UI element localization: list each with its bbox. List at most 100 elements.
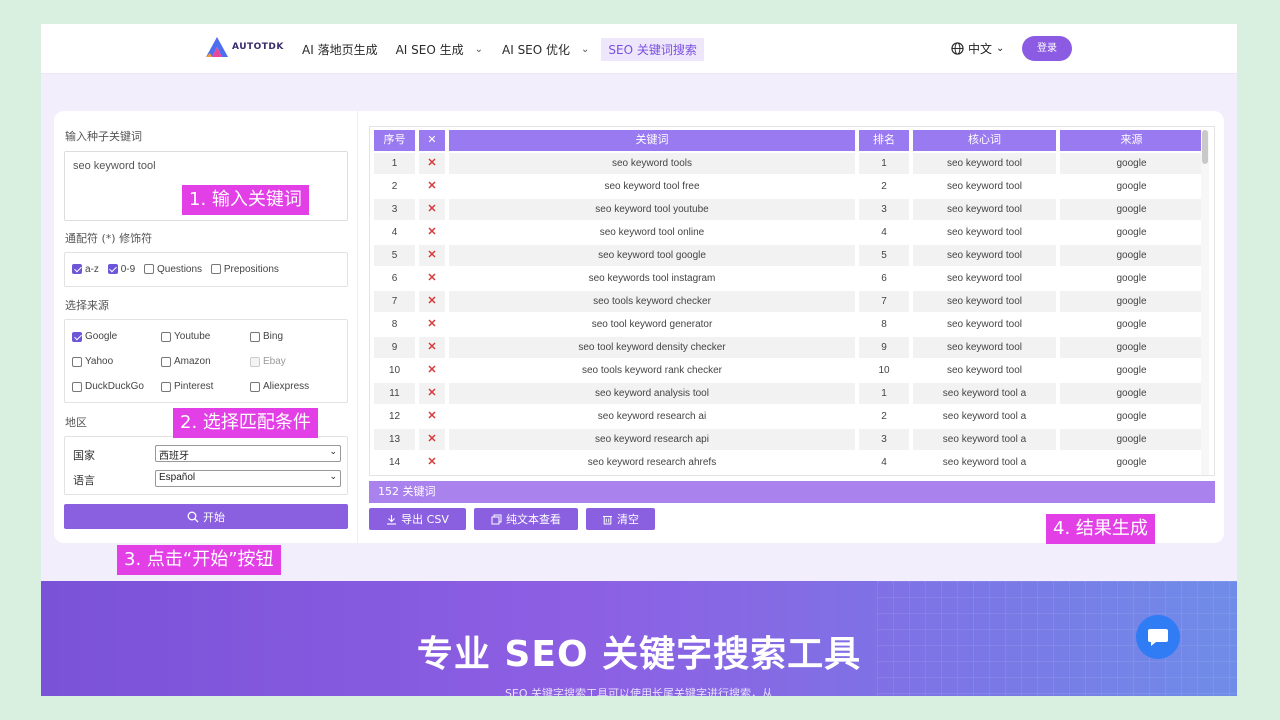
plaintext-view-button[interactable]: 纯文本查看 (474, 508, 578, 530)
logo[interactable]: AUTOTDK (205, 36, 284, 58)
cell-keyword: seo keyword research api (449, 429, 855, 450)
checkbox-label: 0-9 (120, 263, 136, 275)
trash-icon (603, 515, 612, 524)
table-row[interactable]: 12 ✕ seo keyword research ai 2 seo keyword t… (374, 406, 1204, 427)
delete-row-icon[interactable]: ✕ (427, 341, 436, 353)
table-row[interactable]: 13 ✕ seo keyword research api 3 seo keyword … (374, 429, 1204, 450)
delete-row-icon[interactable]: ✕ (427, 180, 436, 192)
table-row[interactable]: 2 ✕ seo keyword tool free 2 seo keyword tool… (374, 176, 1204, 197)
chevron-down-icon[interactable]: ⌄ (475, 44, 483, 55)
chat-icon (1148, 629, 1168, 646)
cell-delete[interactable]: ✕ (419, 153, 445, 174)
nav-seo-generate[interactable]: AI SEO 生成 (389, 38, 471, 61)
cell-source: google (1060, 153, 1203, 174)
delete-row-icon[interactable]: ✕ (427, 157, 436, 169)
cell-core-keyword: seo keyword tool (913, 222, 1056, 243)
nav-landing-page[interactable]: AI 落地页生成 (295, 38, 385, 61)
nav-keyword-search[interactable]: SEO 关键词搜索 (601, 38, 704, 61)
delete-row-icon[interactable]: ✕ (427, 456, 436, 468)
source-yahoo-checkbox[interactable]: Yahoo (72, 356, 113, 367)
table-row[interactable]: 4 ✕ seo keyword tool online 4 seo keyword to… (374, 222, 1204, 243)
cell-source: google (1060, 199, 1203, 220)
login-button[interactable]: 登录 (1022, 36, 1072, 61)
wildcard-label: 通配符 (*) 修饰符 (65, 232, 153, 245)
cell-delete[interactable]: ✕ (419, 406, 445, 427)
cell-source: google (1060, 245, 1203, 266)
wildcard-az-checkbox[interactable]: a-z (72, 264, 99, 275)
source-youtube-checkbox[interactable]: Youtube (161, 331, 210, 342)
chat-button[interactable] (1136, 615, 1180, 659)
search-icon (187, 511, 199, 522)
cell-delete[interactable]: ✕ (419, 337, 445, 358)
language-select[interactable]: Español ⌄ (155, 470, 341, 487)
table-row[interactable]: 9 ✕ seo tool keyword density checker 9 seo k… (374, 337, 1204, 358)
nav-seo-optimize[interactable]: AI SEO 优化 (495, 38, 577, 61)
cell-delete[interactable]: ✕ (419, 176, 445, 197)
hero-subtitle: SEO 关键字搜索工具可以使用长尾关键字进行搜索，从 (504, 687, 774, 696)
scrollbar-thumb[interactable] (1202, 130, 1208, 164)
source-duckduckgo-checkbox[interactable]: DuckDuckGo (72, 381, 144, 392)
delete-row-icon[interactable]: ✕ (427, 249, 436, 261)
checkbox-label: a-z (85, 263, 99, 275)
table-row[interactable]: 7 ✕ seo tools keyword checker 7 seo keyword … (374, 291, 1204, 312)
checkbox-icon (72, 381, 82, 392)
table-row[interactable]: 5 ✕ seo keyword tool google 5 seo keyword to… (374, 245, 1204, 266)
cell-delete[interactable]: ✕ (419, 199, 445, 220)
delete-row-icon[interactable]: ✕ (427, 433, 436, 445)
table-row[interactable]: 6 ✕ seo keywords tool instagram 6 seo keywor… (374, 268, 1204, 289)
cell-core-keyword: seo keyword tool a (913, 429, 1056, 450)
table-scrollbar[interactable] (1201, 130, 1209, 475)
cell-delete[interactable]: ✕ (419, 222, 445, 243)
wildcard-options: a-z 0-9 Questions Prepositions (64, 252, 348, 287)
wildcard-questions-checkbox[interactable]: Questions (144, 264, 202, 275)
cell-delete[interactable]: ✕ (419, 452, 445, 473)
delete-row-icon[interactable]: ✕ (427, 410, 436, 422)
cell-rank: 9 (859, 337, 909, 358)
language-switcher[interactable]: 中文 ⌄ (951, 40, 1004, 57)
wildcard-prepositions-checkbox[interactable]: Prepositions (210, 264, 279, 275)
cell-rank: 5 (859, 245, 909, 266)
country-select[interactable]: 西班牙 ⌄ (155, 445, 341, 462)
cell-delete[interactable]: ✕ (419, 314, 445, 335)
cell-rank: 2 (859, 406, 909, 427)
checkbox-label: Google (85, 331, 118, 342)
cell-delete[interactable]: ✕ (419, 268, 445, 289)
cell-delete[interactable]: ✕ (419, 383, 445, 404)
col-header-rank: 排名 (859, 130, 909, 151)
source-aliexpress-checkbox[interactable]: Aliexpress (250, 381, 309, 392)
table-row[interactable]: 10 ✕ seo tools keyword rank checker 10 seo k… (374, 360, 1204, 381)
cell-delete[interactable]: ✕ (419, 291, 445, 312)
col-header-delete[interactable]: ✕ (419, 130, 445, 151)
delete-row-icon[interactable]: ✕ (427, 364, 436, 376)
cell-delete[interactable]: ✕ (419, 360, 445, 381)
delete-row-icon[interactable]: ✕ (427, 272, 436, 284)
table-row[interactable]: 14 ✕ seo keyword research ahrefs 4 seo keywo… (374, 452, 1204, 473)
clear-button[interactable]: 清空 (586, 508, 655, 530)
chevron-down-icon[interactable]: ⌄ (581, 44, 589, 55)
table-row[interactable]: 3 ✕ seo keyword tool youtube 3 seo keyword t… (374, 199, 1204, 220)
cell-index: 14 (374, 452, 415, 473)
cell-delete[interactable]: ✕ (419, 245, 445, 266)
delete-row-icon[interactable]: ✕ (427, 226, 436, 238)
table-row[interactable]: 8 ✕ seo tool keyword generator 8 seo keyword… (374, 314, 1204, 335)
checkbox-icon (161, 381, 171, 392)
cell-keyword: seo keyword research ai (449, 406, 855, 427)
table-row[interactable]: 1 ✕ seo keyword tools 1 seo keyword tool goog… (374, 153, 1204, 174)
source-pinterest-checkbox[interactable]: Pinterest (161, 381, 213, 392)
cell-rank: 10 (859, 360, 909, 381)
checkbox-label: Youtube (174, 331, 211, 342)
delete-row-icon[interactable]: ✕ (427, 295, 436, 307)
cell-source: google (1060, 406, 1203, 427)
delete-row-icon[interactable]: ✕ (427, 387, 436, 399)
delete-row-icon[interactable]: ✕ (427, 203, 436, 215)
source-amazon-checkbox[interactable]: Amazon (161, 356, 211, 367)
source-google-checkbox[interactable]: Google (72, 331, 117, 342)
clear-label: 清空 (617, 513, 639, 526)
table-row[interactable]: 11 ✕ seo keyword analysis tool 1 seo keyword… (374, 383, 1204, 404)
delete-row-icon[interactable]: ✕ (427, 318, 436, 330)
start-button[interactable]: 开始 (64, 504, 348, 529)
wildcard-09-checkbox[interactable]: 0-9 (107, 263, 136, 275)
source-bing-checkbox[interactable]: Bing (250, 331, 283, 342)
cell-delete[interactable]: ✕ (419, 429, 445, 450)
export-csv-button[interactable]: 导出 CSV (369, 508, 466, 530)
